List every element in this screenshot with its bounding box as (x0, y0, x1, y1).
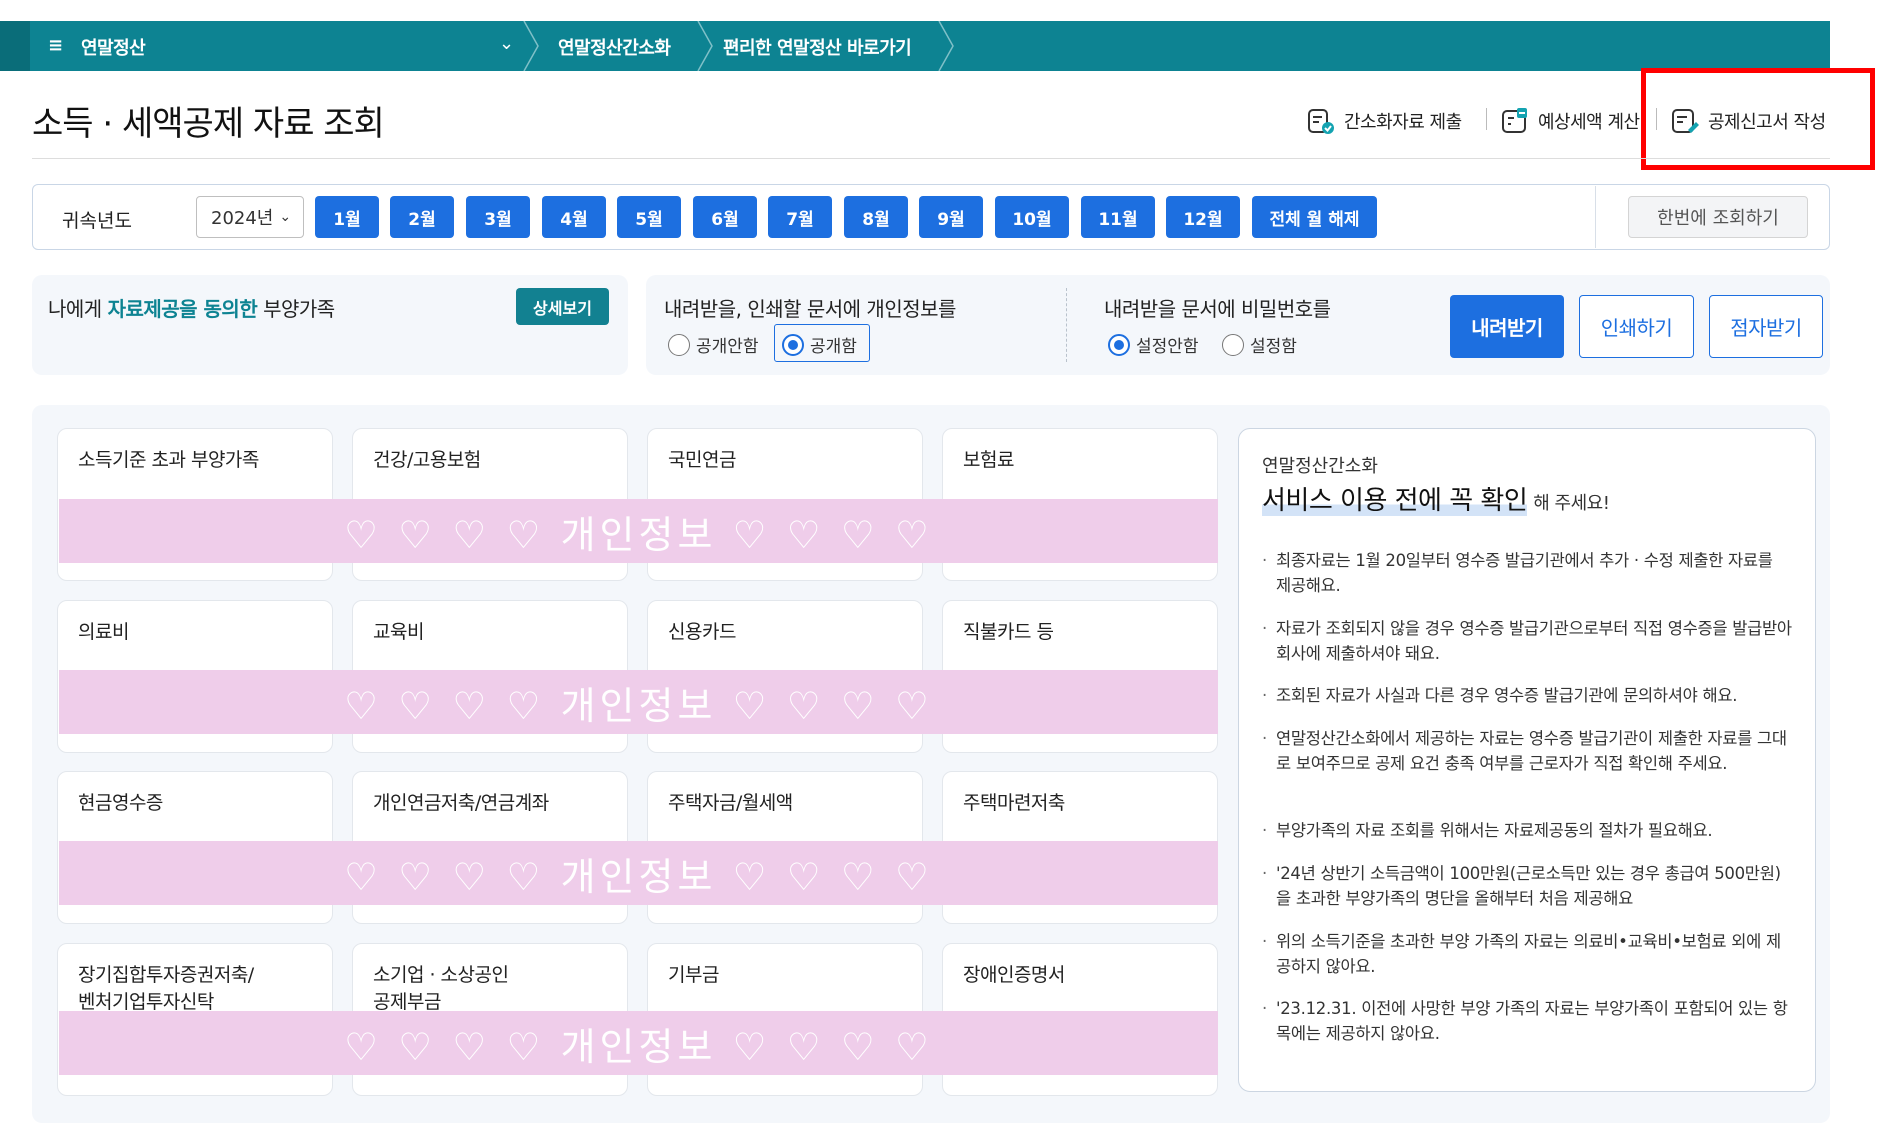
highlight-box (1641, 68, 1875, 170)
card-label: 소득기준 초과 부양가족 (78, 449, 259, 471)
radio-circle (782, 333, 804, 356)
estimate-tax-button[interactable]: 예상세액 계산 (1500, 106, 1640, 136)
filter-divider (1595, 186, 1596, 248)
submit-simplified-data-label: 간소화자료 제출 (1344, 112, 1462, 133)
card-label: 현금영수증 (78, 792, 163, 814)
notice-title-tail: 해 주세요! (1533, 493, 1610, 514)
month-button-7[interactable]: 7월 (768, 196, 832, 238)
card-label: 장애인증명서 (963, 964, 1065, 986)
radio-password-on[interactable]: 설정함 (1222, 332, 1297, 357)
card-label: 기부금 (668, 964, 719, 986)
radio-password-off[interactable]: 설정안함 (1108, 332, 1199, 357)
radio-privacy-hide[interactable]: 공개안함 (668, 332, 759, 357)
top-nav: ≡ 연말정산 ⌄ 연말정산간소화 편리한 연말정산 바로가기 (0, 21, 1830, 71)
print-button[interactable]: 인쇄하기 (1579, 295, 1694, 358)
radio-password-on-label: 설정함 (1250, 337, 1297, 357)
month-button-3[interactable]: 3월 (466, 196, 530, 238)
download-button[interactable]: 내려받기 (1450, 295, 1564, 358)
year-select-value: 2024년 (211, 208, 274, 229)
clear-all-months-button[interactable]: 전체 월 해제 (1252, 196, 1377, 238)
page-title: 소득 · 세액공제 자료 조회 (32, 104, 385, 144)
option-divider (1066, 288, 1067, 362)
notice-item: '24년 상반기 소득금액이 100만원(근로소득만 있는 경우 총급여 500… (1262, 861, 1792, 911)
privacy-mask-band: ♡ ♡ ♡ ♡ 개인정보 ♡ ♡ ♡ ♡ (59, 499, 1218, 563)
notice-item: 위의 소득기준을 초과한 부양 가족의 자료는 의료비•교육비•보험료 외에 제… (1262, 929, 1792, 979)
notice-title-emphasis: 서비스 이용 전에 꼭 확인 (1262, 486, 1528, 516)
header-rule (32, 158, 1830, 159)
radio-privacy-show-label: 공개함 (810, 337, 857, 357)
card-label: 의료비 (78, 621, 129, 643)
submit-simplified-data-button[interactable]: 간소화자료 제출 (1306, 106, 1462, 136)
nav-title[interactable]: 연말정산 (81, 34, 146, 60)
notice-item: 부양가족의 자료 조회를 위해서는 자료제공동의 절차가 필요해요. (1262, 818, 1792, 843)
month-button-8[interactable]: 8월 (844, 196, 908, 238)
breadcrumb-separator (523, 21, 539, 71)
detail-view-button[interactable]: 상세보기 (516, 288, 609, 325)
radio-circle (668, 333, 690, 356)
notice-subtitle: 연말정산간소화 (1262, 456, 1378, 477)
braille-button[interactable]: 점자받기 (1709, 295, 1823, 358)
card-label: 교육비 (373, 621, 424, 643)
month-button-4[interactable]: 4월 (542, 196, 606, 238)
card-label: 주택자금/월세액 (668, 792, 793, 814)
year-select[interactable]: 2024년 ⌄ (196, 196, 304, 238)
month-button-5[interactable]: 5월 (617, 196, 681, 238)
breadcrumb-shortcut[interactable]: 편리한 연말정산 바로가기 (723, 34, 912, 60)
card-label: 소기업 · 소상공인 공제부금 (373, 964, 509, 1013)
chevron-down-icon: ⌄ (279, 209, 292, 225)
radio-circle (1108, 333, 1130, 356)
query-all-button[interactable]: 한번에 조회하기 (1628, 196, 1808, 238)
radio-password-off-label: 설정안함 (1136, 337, 1199, 357)
card-label: 장기집합투자증권저축/ 벤처기업투자신탁 (78, 964, 254, 1013)
estimate-tax-label: 예상세액 계산 (1538, 112, 1640, 133)
card-label: 직불카드 등 (963, 621, 1054, 643)
notice-item: 조회된 자료가 사실과 다른 경우 영수증 발급기관에 문의하셔야 해요. (1262, 683, 1792, 708)
consent-highlight: 자료제공을 동의한 (107, 297, 258, 321)
month-button-2[interactable]: 2월 (390, 196, 454, 238)
year-label: 귀속년도 (62, 210, 132, 232)
month-button-12[interactable]: 12월 (1166, 196, 1240, 238)
month-button-9[interactable]: 9월 (919, 196, 983, 238)
notice-item: 자료가 조회되지 않을 경우 영수증 발급기관으로부터 직접 영수증을 발급받아… (1262, 616, 1792, 666)
hamburger-icon[interactable]: ≡ (48, 35, 63, 56)
month-button-11[interactable]: 11월 (1081, 196, 1155, 238)
card-label: 개인연금저축/연금계좌 (373, 792, 549, 814)
card-label: 국민연금 (668, 449, 736, 471)
consent-suffix: 부양가족 (257, 297, 335, 321)
month-button-1[interactable]: 1월 (315, 196, 379, 238)
document-check-icon (1308, 109, 1334, 134)
consent-prefix: 나에게 (48, 297, 108, 321)
notice-item: 최종자료는 1월 20일부터 영수증 발급기관에서 추가 · 수정 제출한 자료… (1262, 548, 1792, 598)
card-label: 주택마련저축 (963, 792, 1065, 814)
radio-circle (1222, 333, 1244, 356)
card-label: 보험료 (963, 449, 1014, 471)
radio-privacy-hide-label: 공개안함 (696, 337, 759, 357)
nav-accent (0, 21, 30, 71)
card-label: 건강/고용보험 (373, 449, 481, 471)
breadcrumb-year-end-simplified[interactable]: 연말정산간소화 (558, 34, 671, 60)
privacy-mask-band: ♡ ♡ ♡ ♡ 개인정보 ♡ ♡ ♡ ♡ (59, 841, 1218, 905)
chevron-down-icon[interactable]: ⌄ (499, 33, 514, 54)
privacy-option-title: 내려받을, 인쇄할 문서에 개인정보를 (664, 297, 956, 321)
card-label: 신용카드 (668, 621, 736, 643)
month-button-6[interactable]: 6월 (693, 196, 757, 238)
header-divider (1486, 108, 1487, 130)
breadcrumb-separator (938, 21, 954, 71)
notice-item: '23.12.31. 이전에 사망한 부양 가족의 자료는 부양가족이 포함되어… (1262, 996, 1792, 1046)
radio-privacy-show[interactable]: 공개함 (782, 332, 857, 357)
notice-item: 연말정산간소화에서 제공하는 자료는 영수증 발급기관이 제출한 자료를 그대로… (1262, 726, 1792, 776)
notice-title: 서비스 이용 전에 꼭 확인 해 주세요! (1262, 480, 1610, 517)
privacy-mask-band: ♡ ♡ ♡ ♡ 개인정보 ♡ ♡ ♡ ♡ (59, 1011, 1218, 1075)
password-option-title: 내려받을 문서에 비밀번호를 (1104, 297, 1331, 321)
consent-text: 나에게 자료제공을 동의한 부양가족 (48, 293, 335, 322)
month-button-10[interactable]: 10월 (995, 196, 1069, 238)
breadcrumb-separator (697, 21, 713, 71)
calculator-icon (1502, 108, 1527, 133)
privacy-mask-band: ♡ ♡ ♡ ♡ 개인정보 ♡ ♡ ♡ ♡ (59, 670, 1218, 734)
